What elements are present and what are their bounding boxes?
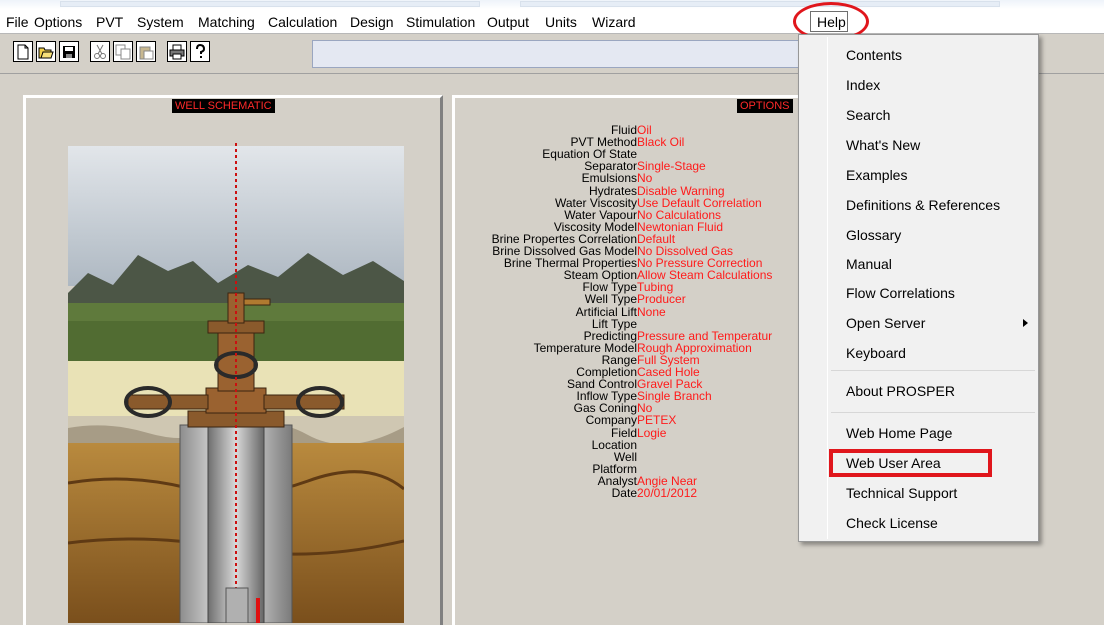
menu-separator bbox=[831, 412, 1035, 413]
help-menu-item-label: Index bbox=[846, 77, 881, 93]
help-menu-item-examples[interactable]: Examples bbox=[799, 161, 1038, 189]
cut-button[interactable] bbox=[90, 41, 110, 62]
options-title: OPTIONS bbox=[737, 99, 793, 113]
help-menu-item-about-prosper[interactable]: About PROSPER bbox=[799, 377, 1038, 405]
option-value: 20/01/2012 bbox=[637, 486, 698, 500]
paste-icon bbox=[139, 46, 154, 59]
help-menu-item-label: About PROSPER bbox=[846, 383, 955, 399]
help-menu-item-label: Contents bbox=[846, 47, 903, 63]
help-menu-item-contents[interactable]: Contents bbox=[799, 41, 1038, 69]
open-button[interactable] bbox=[36, 41, 56, 62]
help-menu-item-label: Keyboard bbox=[846, 345, 906, 361]
menu-matching[interactable]: Matching bbox=[198, 13, 255, 31]
help-menu-item-definitions-references[interactable]: Definitions & References bbox=[799, 191, 1038, 219]
help-menu-item-label: What's New bbox=[846, 137, 921, 153]
well-schematic-panel: WELL SCHEMATIC bbox=[23, 95, 443, 625]
help-menu-item-what-s-new[interactable]: What's New bbox=[799, 131, 1038, 159]
cut-icon bbox=[94, 44, 106, 59]
menu-pvt[interactable]: PVT bbox=[96, 13, 123, 31]
menu-units[interactable]: Units bbox=[545, 13, 577, 31]
paste-button[interactable] bbox=[136, 41, 156, 62]
help-menu-item-manual[interactable]: Manual bbox=[799, 250, 1038, 278]
menu-wizard[interactable]: Wizard bbox=[592, 13, 636, 31]
copy-button[interactable] bbox=[113, 41, 133, 62]
help-menu-item-label: Definitions & References bbox=[846, 197, 1001, 213]
menu-file[interactable]: File bbox=[6, 13, 29, 31]
help-menu-item-label: Technical Support bbox=[846, 485, 958, 501]
help-menu-item-web-home-page[interactable]: Web Home Page bbox=[799, 419, 1038, 447]
new-button[interactable] bbox=[13, 41, 33, 62]
options-panel: OPTIONS Fluid Oil PVT Method Black Oil Equat… bbox=[452, 95, 812, 625]
menu-bar: File Options PVT System Matching Calcula… bbox=[0, 0, 1104, 34]
print-button[interactable] bbox=[167, 41, 187, 62]
option-value: Logie bbox=[637, 425, 667, 440]
help-menu-item-keyboard[interactable]: Keyboard bbox=[799, 339, 1038, 367]
help-menu-item-check-license[interactable]: Check License bbox=[799, 509, 1038, 537]
print-icon bbox=[169, 44, 185, 59]
help-menu-item-label: Web Home Page bbox=[846, 425, 953, 441]
help-menu-item-label: Check License bbox=[846, 515, 938, 531]
option-row: Date 20/01/2012 bbox=[455, 487, 815, 500]
window-top-strip bbox=[0, 0, 1104, 9]
menu-options[interactable]: Options bbox=[34, 13, 82, 31]
top-strip-field-1 bbox=[60, 1, 480, 7]
menu-separator bbox=[831, 370, 1035, 371]
help-button[interactable] bbox=[190, 41, 210, 62]
help-menu-item-flow-correlations[interactable]: Flow Correlations bbox=[799, 279, 1038, 307]
help-menu-item-search[interactable]: Search bbox=[799, 101, 1038, 129]
copy-icon bbox=[115, 44, 131, 59]
help-menu-item-label: Flow Correlations bbox=[846, 285, 955, 301]
help-menu-item-label: Manual bbox=[846, 256, 892, 272]
help-menu-item-glossary[interactable]: Glossary bbox=[799, 221, 1038, 249]
menu-design[interactable]: Design bbox=[350, 13, 394, 31]
save-icon bbox=[63, 45, 75, 58]
menu-system[interactable]: System bbox=[137, 13, 184, 31]
top-strip-field-2 bbox=[520, 1, 1000, 7]
toolbar-strip bbox=[312, 40, 812, 68]
option-value: None bbox=[637, 304, 666, 319]
menu-calculation[interactable]: Calculation bbox=[268, 13, 337, 31]
menu-output[interactable]: Output bbox=[487, 13, 529, 31]
menu-stimulation[interactable]: Stimulation bbox=[406, 13, 475, 31]
submenu-arrow-icon bbox=[1023, 319, 1028, 327]
help-menu-item-label: Examples bbox=[846, 167, 908, 183]
help-icon bbox=[196, 43, 206, 58]
well-schematic-image bbox=[68, 143, 404, 623]
web-user-area-annotation-box bbox=[829, 449, 992, 477]
option-value: Black Oil bbox=[637, 135, 685, 150]
help-menu-item-technical-support[interactable]: Technical Support bbox=[799, 479, 1038, 507]
help-menu-item-label: Glossary bbox=[846, 227, 902, 243]
new-icon bbox=[17, 44, 29, 59]
help-menu-item-open-server[interactable]: Open Server bbox=[799, 309, 1038, 337]
well-schematic-title: WELL SCHEMATIC bbox=[172, 99, 275, 113]
option-label: Date bbox=[611, 486, 637, 500]
open-icon bbox=[38, 47, 54, 58]
help-menu-item-index[interactable]: Index bbox=[799, 71, 1038, 99]
help-menu-item-label: Open Server bbox=[846, 315, 926, 331]
save-button[interactable] bbox=[59, 41, 79, 62]
help-menu-item-label: Search bbox=[846, 107, 891, 123]
